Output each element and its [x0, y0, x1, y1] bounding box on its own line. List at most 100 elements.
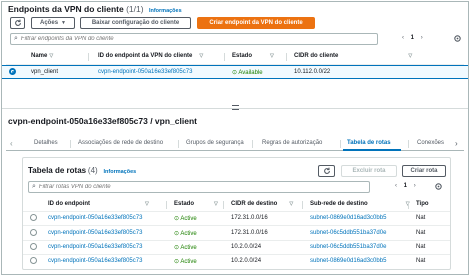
check-circle-icon: ⊙ [174, 259, 180, 265]
tabs-next-icon[interactable]: › [455, 139, 458, 148]
delete-route-label: Excluir rota [352, 168, 386, 174]
col-divider [408, 201, 409, 209]
route-subnet-link[interactable]: subnet-0869e0d16ad3c0bb5 [310, 258, 386, 264]
tab-divider [178, 140, 179, 148]
col-name-header[interactable]: Name ▽ [31, 53, 53, 59]
route-row-radio[interactable] [30, 257, 37, 264]
endpoints-title: Endpoints da VPN do cliente [8, 4, 124, 14]
tab-divider [340, 140, 341, 148]
route-status-label: Active [180, 231, 197, 237]
prev-page-icon[interactable]: ‹ [402, 35, 404, 41]
endpoint-name: vpn_client [31, 69, 59, 75]
row-divider [23, 254, 450, 255]
sort-icon: ▽ [199, 53, 204, 59]
settings-gear-icon[interactable] [434, 182, 443, 193]
route-endpoint-link[interactable]: cvpn-endpoint-050a16e33ef805c73 [48, 244, 142, 250]
routes-search-input[interactable] [38, 184, 349, 190]
route-subnet-link[interactable]: subnet-06c5ddb551ba37d0e [310, 244, 386, 250]
create-route-label: Criar rota [410, 168, 438, 174]
route-endpoint-link[interactable]: cvpn-endpoint-050a16e33ef805c73 [48, 258, 142, 264]
route-row-radio[interactable] [30, 229, 37, 236]
col-dest-subnet-label: Sub-rede de destino [310, 201, 368, 207]
caret-down-icon: ▼ [61, 20, 66, 26]
col-type-header[interactable]: Tipo [416, 201, 429, 207]
actions-button[interactable]: Ações ▼ [31, 17, 75, 29]
tabs-prev-icon[interactable]: ‹ [10, 139, 13, 148]
route-type: Nat [416, 215, 426, 221]
endpoint-id-link[interactable]: cvpn-endpoint-050a16e33ef805c73 [98, 69, 192, 75]
route-row-radio[interactable] [30, 243, 37, 250]
settings-gear-icon[interactable] [453, 34, 462, 45]
details-tabs: ‹ Detalhes Associações de rede de destin… [6, 137, 464, 151]
check-circle-icon: ⊙ [174, 231, 180, 237]
route-status: ⊙ Active [174, 230, 197, 237]
endpoint-row-radio[interactable] [9, 68, 16, 75]
route-cidr: 172.31.0.0/16 [231, 215, 268, 221]
endpoints-info-link[interactable]: Informações [149, 8, 182, 14]
route-status-label: Active [180, 259, 197, 265]
create-route-button[interactable]: Criar rota [402, 165, 446, 177]
col-divider [166, 201, 167, 209]
route-status: ⊙ Active [174, 258, 197, 265]
col-endpoint-id-header[interactable]: ID do endpoint ▽ [48, 201, 149, 207]
next-page-icon[interactable]: › [421, 35, 423, 41]
route-status-label: Active [180, 216, 197, 222]
row-divider [23, 225, 450, 226]
active-tab-indicator [343, 149, 401, 151]
refresh-button[interactable] [10, 17, 25, 29]
tab-route-table[interactable]: Tabela de rotas [347, 140, 391, 146]
tab-connections[interactable]: Conexões [417, 140, 444, 146]
endpoints-count: (1/1) [126, 4, 144, 14]
download-config-button[interactable]: Baixar configuração do cliente [80, 17, 191, 29]
sort-icon: ▽ [270, 53, 274, 59]
tab-authorization-rules[interactable]: Regras de autorização [262, 140, 322, 146]
col-dest-cidr-header[interactable]: CIDR de destino ▽ [231, 201, 293, 207]
col-endpoint-id-label: ID do endpoint [48, 201, 90, 207]
page-number[interactable]: 1 [411, 35, 414, 41]
drag-handle-icon[interactable] [232, 105, 239, 110]
create-endpoint-button[interactable]: Criar endpoint da VPN do cliente [197, 17, 315, 29]
col-route-status-label: Estado [174, 201, 195, 207]
col-route-status-header[interactable]: Estado ▽ [174, 201, 218, 207]
col-status-label: Estado [232, 53, 253, 59]
route-endpoint-link[interactable]: cvpn-endpoint-050a16e33ef805c73 [48, 230, 142, 236]
route-subnet-link[interactable]: subnet-06c5ddb551ba37d0e [310, 230, 386, 236]
route-status: ⊙ Active [174, 215, 197, 222]
col-id-header[interactable]: ID do endpoint da VPN do cliente ▽ [98, 53, 203, 59]
next-page-icon[interactable]: › [414, 183, 416, 189]
route-refresh-button[interactable] [318, 165, 335, 177]
tab-security-groups[interactable]: Grupos de segurança [186, 140, 244, 146]
endpoint-status: ⊙ Available [232, 69, 263, 76]
endpoints-search-input[interactable] [20, 36, 351, 42]
refresh-icon [323, 167, 330, 174]
endpoints-header: Endpoints da VPN do cliente (1/1) Inform… [8, 4, 182, 14]
endpoints-search[interactable]: ⌕ [10, 33, 378, 45]
routes-pager: ‹ 1 › [395, 183, 416, 189]
delete-route-button[interactable]: Excluir rota [341, 165, 397, 177]
route-table-header: Tabela de rotas (4) Informações [28, 166, 136, 175]
col-status-header[interactable]: Estado ▽ [232, 53, 274, 59]
endpoint-cidr: 10.112.0.0/22 [294, 69, 331, 75]
routes-search[interactable]: ⌕ [28, 181, 370, 193]
tab-divider [408, 140, 409, 148]
col-divider [223, 201, 224, 209]
route-row-radio[interactable] [30, 214, 37, 221]
route-cidr: 10.2.0.0/24 [231, 258, 262, 264]
col-divider [286, 53, 287, 61]
route-subnet-link[interactable]: subnet-0869e0d16ad3c0bb5 [310, 215, 386, 221]
search-icon: ⌕ [14, 35, 18, 42]
sort-icon: ▽ [145, 201, 149, 207]
col-dest-subnet-header[interactable]: Sub-rede de destino▽ [310, 201, 410, 207]
tab-details[interactable]: Detalhes [34, 140, 58, 146]
sort-icon: ▽ [408, 53, 413, 59]
prev-page-icon[interactable]: ‹ [395, 183, 397, 189]
col-name-label: Name [31, 53, 48, 59]
col-cidr-header[interactable]: CIDR do cliente ▽ [294, 53, 412, 59]
route-table-info-link[interactable]: Informações [104, 169, 137, 175]
refresh-icon [14, 19, 21, 26]
page-number[interactable]: 1 [404, 183, 407, 189]
endpoint-status-label: Available [238, 70, 263, 76]
tab-target-associations[interactable]: Associações de rede de destino [78, 140, 163, 146]
col-id-label: ID do endpoint da VPN do cliente [98, 53, 193, 59]
route-endpoint-link[interactable]: cvpn-endpoint-050a16e33ef805c73 [48, 215, 142, 221]
